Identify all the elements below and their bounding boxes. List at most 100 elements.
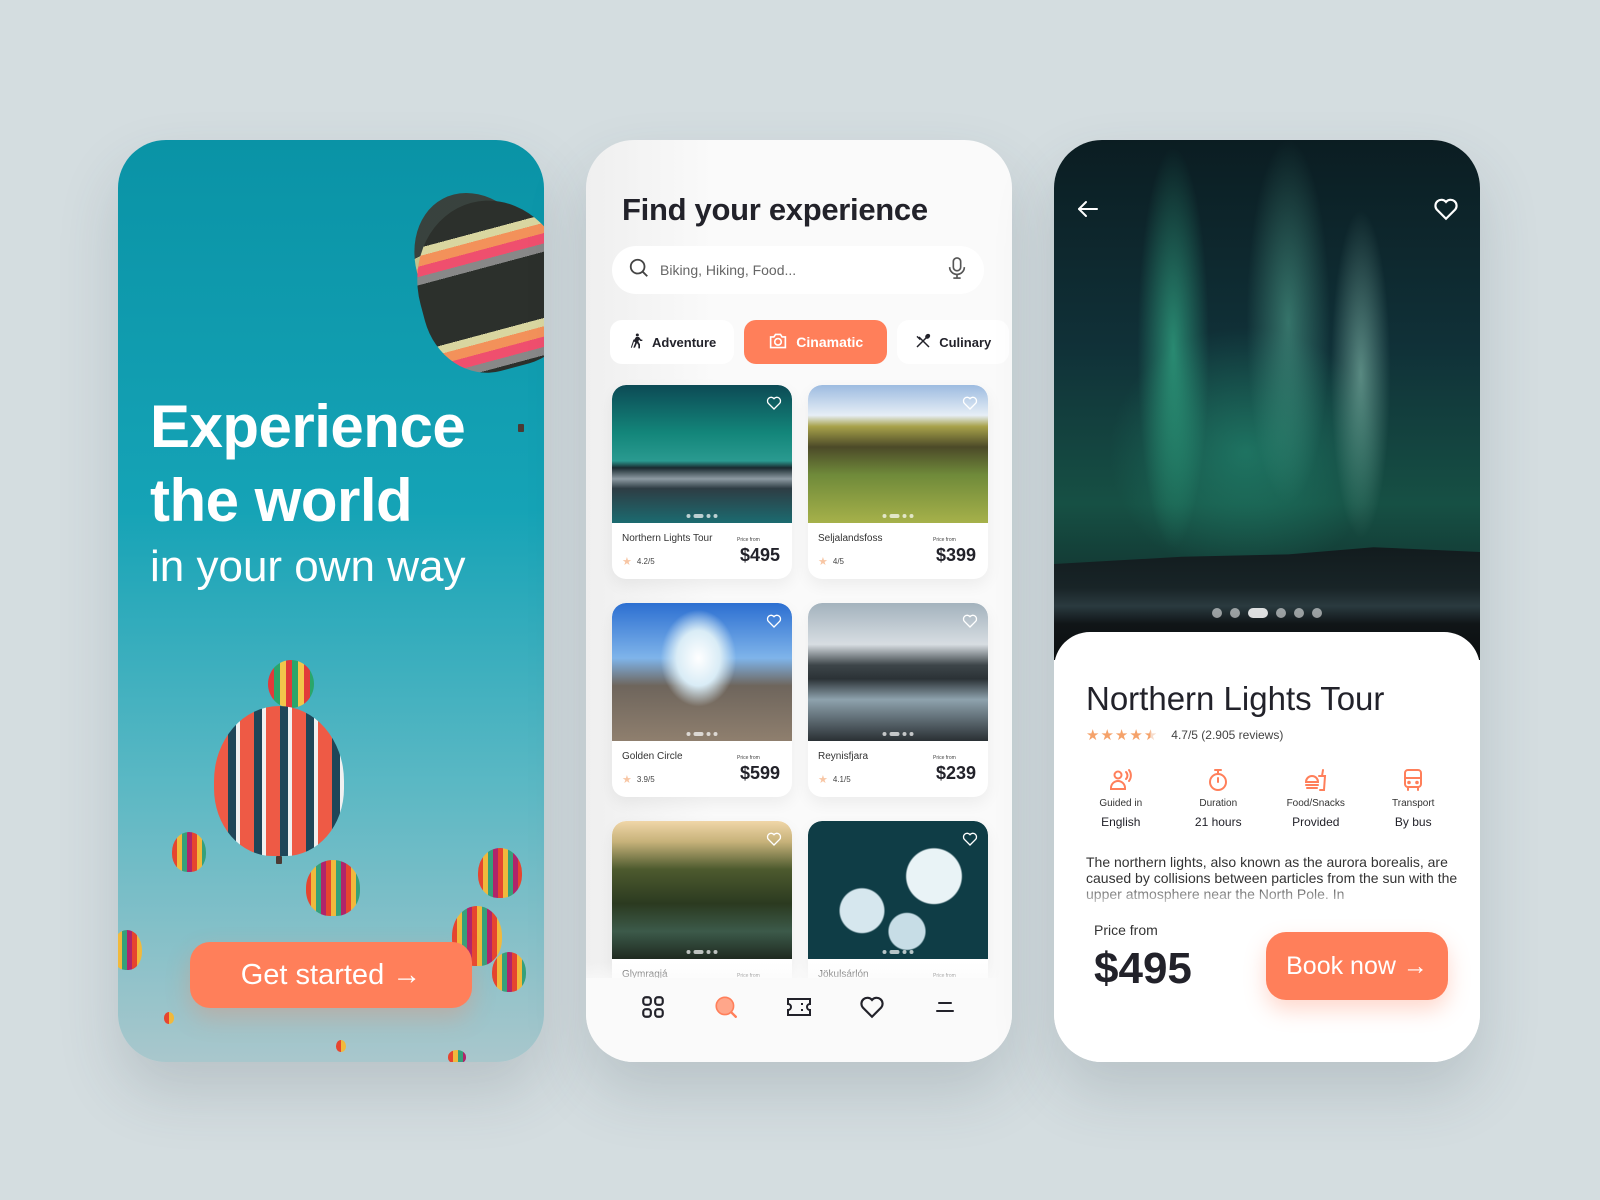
carousel-dots <box>686 514 718 518</box>
carousel-dot[interactable] <box>1230 608 1240 618</box>
grid-icon[interactable] <box>638 992 668 1022</box>
balloon-basket <box>518 424 524 432</box>
experience-card[interactable]: Northern Lights Tour ★ 4.2/5 Price from $… <box>612 385 792 579</box>
carousel-dots <box>882 732 914 736</box>
star-icon: ★ <box>1100 727 1114 744</box>
heart-icon[interactable] <box>857 992 887 1022</box>
heart-icon <box>1433 197 1459 224</box>
card-title: Reynisfjara <box>818 751 869 762</box>
feature-value: English <box>1101 815 1141 829</box>
heart-icon[interactable] <box>962 395 978 411</box>
chip-adventure[interactable]: Adventure <box>610 320 735 364</box>
star-icon: ★ <box>1129 727 1143 744</box>
food-icon <box>1304 768 1328 792</box>
card-image <box>612 821 792 959</box>
star-icon: ★ <box>818 774 828 786</box>
heart-icon[interactable] <box>766 613 782 629</box>
carousel-dot[interactable] <box>1294 608 1304 618</box>
feature-value: By bus <box>1394 815 1432 829</box>
feature-label: Duration <box>1199 798 1238 809</box>
balloon-image <box>492 952 526 992</box>
rating-value: 3.9/5 <box>636 775 655 784</box>
card-image <box>612 385 792 523</box>
carousel-dot[interactable] <box>1276 608 1286 618</box>
carousel-dot[interactable] <box>1212 608 1222 618</box>
star-rating: ★ ★ ★ ★ ★ <box>1086 726 1157 744</box>
ticket-icon[interactable] <box>784 992 814 1022</box>
hero-subheadline: in your own way <box>150 542 466 591</box>
get-started-button[interactable]: Get started → <box>190 942 472 1008</box>
search-icon[interactable] <box>711 992 741 1022</box>
card-image <box>808 603 988 741</box>
camera-icon <box>768 332 788 353</box>
heart-icon[interactable] <box>962 613 978 629</box>
tour-rating: ★ ★ ★ ★ ★ 4.7/5 (2.905 reviews) <box>1086 726 1283 744</box>
favorite-button[interactable] <box>1430 194 1462 226</box>
experience-card[interactable]: Seljalandsfoss ★ 4/5 Price from $399 <box>808 385 988 579</box>
feature-label: Food/Snacks <box>1286 798 1345 809</box>
balloon-image <box>164 1012 174 1024</box>
feature-food: Food/Snacks Provided <box>1267 768 1365 829</box>
star-icon: ★ <box>1114 727 1129 744</box>
carousel-dots <box>686 950 718 954</box>
experience-card[interactable]: Golden Circle ★ 3.9/5 Price from $599 <box>612 603 792 797</box>
heart-icon[interactable] <box>766 831 782 847</box>
balloon-image <box>268 660 314 708</box>
carousel-dot[interactable] <box>1248 608 1268 618</box>
card-rating: ★ 3.9/5 <box>622 773 655 786</box>
feature-value: 21 hours <box>1194 815 1242 829</box>
carousel-dot[interactable] <box>1312 608 1322 618</box>
balloon-image <box>172 832 206 872</box>
chip-label: Culinary <box>939 334 992 350</box>
price-label: Price from <box>737 537 760 543</box>
tour-features: Guided in English Duration 21 hours Food… <box>1072 768 1462 829</box>
chip-culinary[interactable]: Culinary <box>897 320 1010 364</box>
card-image <box>808 385 988 523</box>
onboarding-screen: Experience the world in your own way Get… <box>118 140 544 1062</box>
image-carousel-dots <box>1212 608 1322 618</box>
feature-duration: Duration 21 hours <box>1170 768 1268 829</box>
experience-grid: Northern Lights Tour ★ 4.2/5 Price from $… <box>612 385 988 1015</box>
balloon-image <box>336 1040 346 1052</box>
card-image <box>808 821 988 959</box>
rating-value: 4.1/5 <box>832 775 851 784</box>
book-now-button[interactable]: Book now → <box>1266 932 1448 1000</box>
heart-icon[interactable] <box>766 395 782 411</box>
search-bar[interactable] <box>612 246 984 294</box>
feature-label: Transport <box>1392 798 1435 809</box>
balloon-image <box>398 183 544 387</box>
card-rating: ★ 4/5 <box>818 555 844 568</box>
menu-icon[interactable] <box>930 992 960 1022</box>
microphone-icon[interactable] <box>946 256 968 285</box>
bottom-tab-bar <box>586 978 1012 1062</box>
price-label: Price from <box>1094 922 1158 938</box>
back-button[interactable] <box>1072 194 1104 226</box>
star-icon: ★ <box>818 556 828 568</box>
card-price: $399 <box>935 545 976 565</box>
heart-icon[interactable] <box>962 831 978 847</box>
feature-transport: Transport By bus <box>1365 768 1463 829</box>
card-rating: ★ 4.2/5 <box>622 555 655 568</box>
experience-card[interactable]: Reynisfjara ★ 4.1/5 Price from $239 <box>808 603 988 797</box>
stopwatch-icon <box>1206 768 1230 792</box>
card-price: $239 <box>935 763 976 783</box>
chip-cinamatic[interactable]: Cinamatic <box>744 320 888 364</box>
search-icon <box>628 257 650 284</box>
balloon-image <box>478 848 522 898</box>
balloon-image <box>306 860 360 916</box>
balloon-image <box>214 706 344 856</box>
tour-description: The northern lights, also known as the a… <box>1086 854 1458 902</box>
card-price: $599 <box>739 763 780 783</box>
headline-line-1: Experience <box>150 393 466 460</box>
explore-screen: Find your experience Adventure Cinamatic <box>586 140 1012 1062</box>
bus-icon <box>1401 768 1425 792</box>
chip-label: Adventure <box>652 334 717 350</box>
price-label: Price from <box>933 537 956 543</box>
rating-value: 4.2/5 <box>636 557 655 566</box>
search-input[interactable] <box>660 262 946 278</box>
tour-details-sheet: Northern Lights Tour ★ ★ ★ ★ ★ 4.7/5 (2.… <box>1054 632 1480 1062</box>
utensils-icon <box>915 333 931 352</box>
tour-price: $495 <box>1094 944 1192 993</box>
price-label: Price from <box>737 755 760 761</box>
carousel-dots <box>686 732 718 736</box>
